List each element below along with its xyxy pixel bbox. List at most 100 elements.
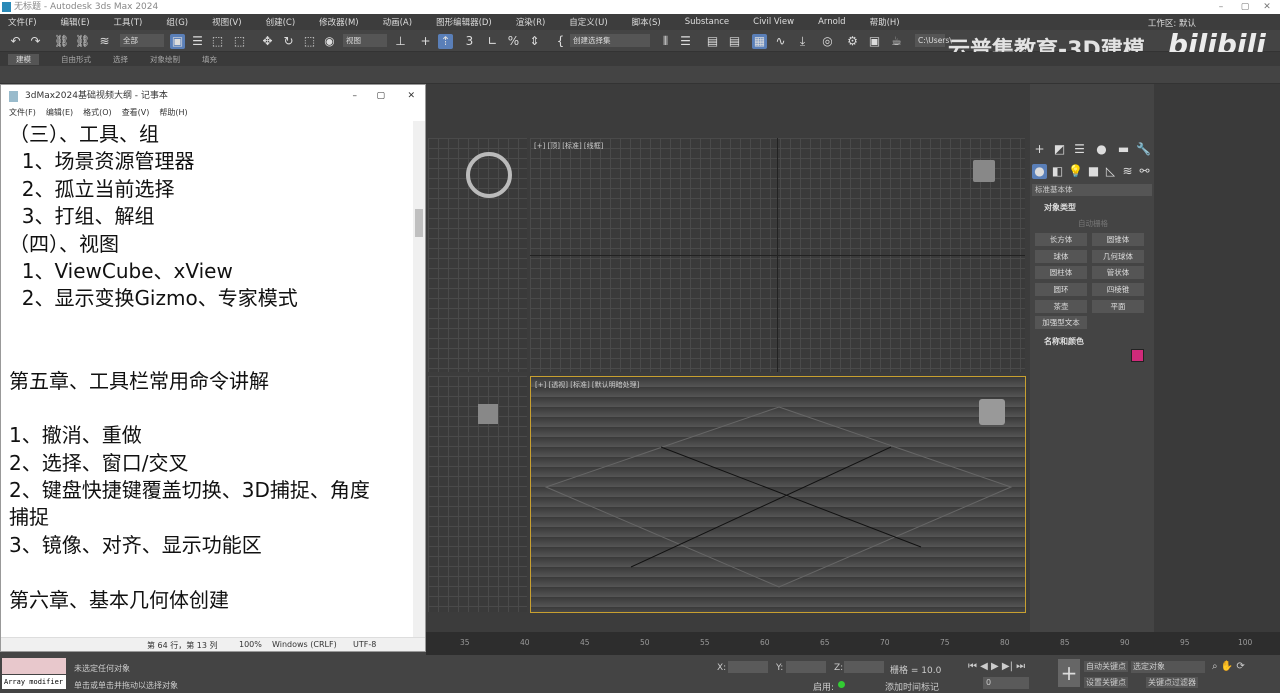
cone-button[interactable]: 圆锥体 [1092,233,1144,246]
scale-icon[interactable]: ⬚ [302,34,317,49]
redo-icon[interactable]: ↷ [28,34,43,49]
set-key-button[interactable]: 设置关键点 [1084,677,1128,688]
menu-rendering[interactable]: 渲染(R) [516,16,546,28]
current-frame-field[interactable]: 0 [983,677,1029,689]
material-editor-icon[interactable]: ◎ [820,34,835,49]
hierarchy-tab-icon[interactable]: ☰ [1072,142,1087,157]
notepad-close-button[interactable]: ✕ [407,85,415,107]
timeline[interactable]: 35 40 45 50 55 60 65 70 75 80 85 90 95 1… [426,632,1280,655]
notepad-menu-help[interactable]: 帮助(H) [159,107,187,121]
scene-explorer-icon[interactable]: ▤ [705,34,720,49]
pivot-icon[interactable]: ⊥ [393,34,408,49]
maxscript-input[interactable]: Array modifier [2,675,66,689]
viewcube-icon[interactable] [979,399,1005,425]
helpers-icon[interactable]: ◺ [1103,164,1118,179]
enable-indicator-icon[interactable] [838,681,845,688]
maximize-button[interactable]: ▢ [1234,0,1256,14]
viewport-perspective[interactable]: [+] [透视] [标准] [默认明暗处理] [530,376,1026,613]
render-icon[interactable]: ☕ [889,34,904,49]
undo-icon[interactable]: ↶ [8,34,23,49]
teapot-button[interactable]: 茶壶 [1035,300,1087,313]
selection-filter-dropdown[interactable]: 全部 [120,34,164,47]
curve-editor-icon[interactable]: ∿ [773,34,788,49]
placement-icon[interactable]: ◉ [322,34,337,49]
menu-edit[interactable]: 编辑(E) [61,16,90,28]
move-icon[interactable]: ✥ [260,34,275,49]
viewcube-icon[interactable] [466,152,512,198]
object-type-rollout[interactable]: 对象类型 [1044,202,1076,213]
percent-snap-icon[interactable]: % [506,34,521,49]
systems-icon[interactable]: ⚯ [1137,164,1152,179]
menu-civil-view[interactable]: Civil View [753,17,794,27]
tab-populate[interactable]: 填充 [202,54,217,65]
set-key-icon[interactable]: + [1058,659,1080,687]
keyboard-shortcut-override-icon[interactable]: ⇡ [438,34,453,49]
menu-group[interactable]: 组(G) [166,16,188,28]
named-selection-dropdown[interactable]: 创建选择集 [570,34,650,47]
cylinder-button[interactable]: 圆柱体 [1035,266,1087,279]
x-field[interactable] [728,661,768,673]
menu-arnold[interactable]: Arnold [818,17,846,27]
auto-key-button[interactable]: 自动关键点 [1084,661,1128,672]
add-time-tag[interactable]: 添加时间标记 [885,680,939,693]
motion-tab-icon[interactable]: ● [1094,142,1109,157]
select-manipulate-icon[interactable]: + [418,34,433,49]
unlink-icon[interactable]: ⛓ [75,34,90,49]
geometry-icon[interactable]: ● [1032,164,1047,179]
maxscript-listener[interactable] [2,658,66,674]
schematic-view-icon[interactable]: ⤓ [795,34,810,49]
menu-scripting[interactable]: 脚本(S) [632,16,661,28]
notepad-scrollbar[interactable] [413,121,425,637]
rendered-frame-icon[interactable]: ▣ [867,34,882,49]
notepad-menu-format[interactable]: 格式(O) [83,107,112,121]
cameras-icon[interactable]: ■ [1086,164,1101,179]
viewcube-icon[interactable] [478,404,498,424]
rotate-icon[interactable]: ↻ [281,34,296,49]
viewport-left-bottom[interactable] [428,376,527,612]
viewcube-icon[interactable] [973,160,995,182]
z-field[interactable] [844,661,884,673]
display-tab-icon[interactable]: ▬ [1116,142,1131,157]
y-field[interactable] [786,661,826,673]
scrollbar-thumb[interactable] [415,209,423,237]
notepad-menu-file[interactable]: 文件(F) [9,107,36,121]
spacewarps-icon[interactable]: ≋ [1120,164,1135,179]
menu-customize[interactable]: 自定义(U) [569,16,607,28]
viewport-label[interactable]: [+] [顶] [标准] [线框] [534,141,603,151]
torus-button[interactable]: 圆环 [1035,283,1087,296]
align-icon[interactable]: ☰ [678,34,693,49]
tube-button[interactable]: 管状体 [1092,266,1144,279]
select-by-name-icon[interactable]: ☰ [190,34,205,49]
key-filters-button[interactable]: 关键点过滤器 [1146,677,1198,688]
key-target-dropdown[interactable]: 选定对象 [1131,661,1205,673]
sphere-button[interactable]: 球体 [1035,250,1087,263]
render-setup-icon[interactable]: ⚙ [845,34,860,49]
viewport-nav-icons[interactable]: ⌕ ✋ ⟳ [1212,661,1245,672]
utilities-tab-icon[interactable]: 🔧 [1136,142,1151,157]
menu-create[interactable]: 创建(C) [266,16,296,28]
pyramid-button[interactable]: 四棱锥 [1092,283,1144,296]
plane-button[interactable]: 平面 [1092,300,1144,313]
autogrid-checkbox[interactable]: 自动栅格 [1078,218,1108,229]
project-path-field[interactable]: C:\Users\ [915,34,952,47]
link-icon[interactable]: ⛓ [54,34,69,49]
shapes-icon[interactable]: ◧ [1050,164,1065,179]
notepad-maximize-button[interactable]: ▢ [376,85,385,107]
object-color-swatch[interactable] [1131,349,1144,362]
notepad-menu-view[interactable]: 查看(V) [122,107,150,121]
ribbon-toggle-icon[interactable]: ▦ [752,34,767,49]
lights-icon[interactable]: 💡 [1068,164,1083,179]
menu-graph-editors[interactable]: 图形编辑器(D) [436,16,492,28]
notepad-menu-edit[interactable]: 编辑(E) [46,107,73,121]
geosphere-button[interactable]: 几何球体 [1092,250,1144,263]
bind-spacewarp-icon[interactable]: ≋ [97,34,112,49]
mirror-icon[interactable]: ⫴ [658,34,673,49]
box-button[interactable]: 长方体 [1035,233,1087,246]
angle-snap-icon[interactable]: ∟ [485,34,500,49]
text-plus-button[interactable]: 加强型文本 [1035,316,1087,329]
menu-views[interactable]: 视图(V) [212,16,241,28]
playback-controls-icon[interactable]: ⏮ ◀ ▶ ▶| ⏭ [968,661,1025,672]
name-color-rollout[interactable]: 名称和颜色 [1044,336,1084,347]
rect-selection-icon[interactable]: ⬚ [210,34,225,49]
minimize-button[interactable]: – [1210,0,1232,14]
